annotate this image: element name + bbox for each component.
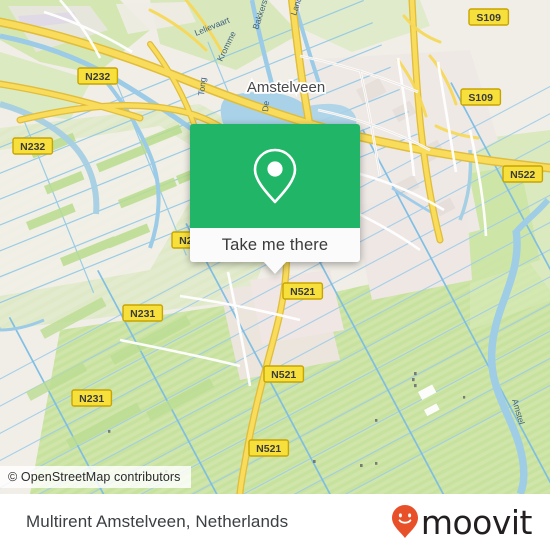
svg-text:S109: S109 bbox=[476, 12, 501, 24]
osm-attribution-text: © OpenStreetMap contributors bbox=[8, 470, 181, 484]
road-shield: N521 bbox=[282, 282, 324, 300]
svg-text:N522: N522 bbox=[510, 169, 535, 181]
road-shield: N232 bbox=[77, 67, 119, 85]
svg-text:N231: N231 bbox=[79, 393, 104, 405]
footer-bar: Multirent Amstelveen, Netherlands moovit bbox=[0, 494, 550, 550]
svg-text:N232: N232 bbox=[20, 141, 45, 153]
svg-text:N231: N231 bbox=[130, 308, 155, 320]
road-shield: N232 bbox=[12, 137, 54, 155]
moovit-wordmark: moovit bbox=[420, 502, 533, 542]
road-shield: N521 bbox=[263, 365, 305, 383]
moovit-location-card: LelievaartBakkerskochtLandscheidingsvaar… bbox=[0, 0, 550, 550]
popup-pointer-tail bbox=[263, 261, 287, 274]
svg-text:N521: N521 bbox=[256, 443, 281, 455]
city-label: Amstelveen bbox=[247, 79, 325, 96]
map-pin-icon bbox=[253, 148, 297, 204]
road-shield: N231 bbox=[122, 304, 164, 322]
moovit-pin-smiley-icon bbox=[391, 505, 418, 538]
svg-text:N232: N232 bbox=[85, 71, 110, 83]
water-label: De bbox=[260, 100, 271, 112]
take-me-there-popup[interactable]: Take me there bbox=[190, 124, 360, 274]
road-shield: N521 bbox=[248, 439, 290, 457]
moovit-logo[interactable]: moovit bbox=[391, 502, 533, 542]
svg-text:S109: S109 bbox=[468, 92, 493, 104]
take-me-there-label: Take me there bbox=[221, 235, 329, 254]
road-shield: N231 bbox=[71, 389, 113, 407]
road-shield: S109 bbox=[468, 8, 510, 26]
road-shield: S109 bbox=[460, 88, 502, 106]
road-shield: N522 bbox=[502, 165, 544, 183]
svg-text:N521: N521 bbox=[290, 286, 315, 298]
popup-action-bar[interactable]: Take me there bbox=[190, 228, 360, 262]
popup-icon-area bbox=[190, 124, 360, 228]
osm-attribution[interactable]: © OpenStreetMap contributors bbox=[0, 466, 191, 488]
location-title: Multirent Amstelveen, Netherlands bbox=[26, 512, 289, 531]
svg-text:N521: N521 bbox=[271, 369, 296, 381]
water-label: Tong bbox=[196, 77, 208, 97]
